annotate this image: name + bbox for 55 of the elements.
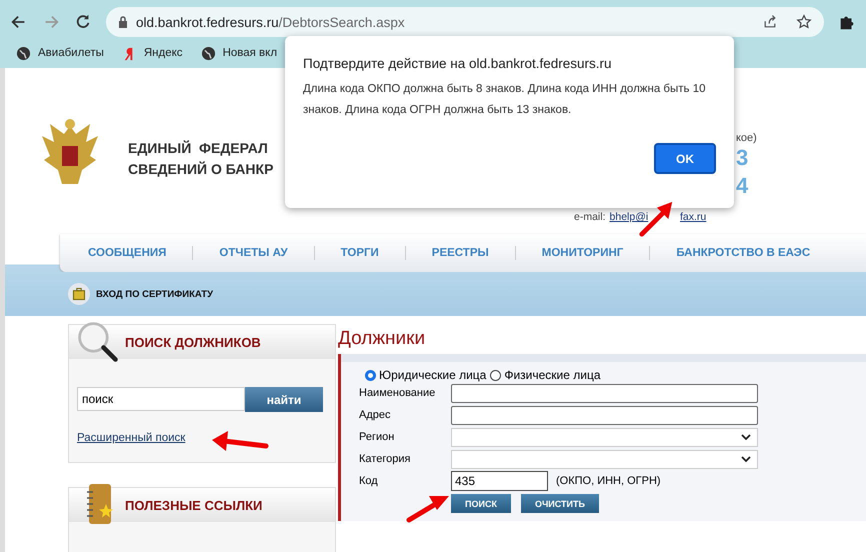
field-label: Наименование [359,387,436,399]
site-title: СВЕДЕНИЙ О БАНКР [128,161,274,177]
email-link[interactable]: fax.ru [680,211,706,223]
field-label: Регион [359,431,396,443]
star-icon[interactable] [796,14,812,30]
briefcase-icon [68,283,90,305]
url-text: old.bankrot.fedresurs.ru/DebtorsSearch.aspx [136,14,406,30]
field-label: Категория [359,453,412,465]
reload-icon[interactable] [74,13,92,31]
site-title: ЕДИНЫЙ ФЕДЕРАЛ [128,140,269,156]
search-field[interactable]: поиск [77,387,245,411]
email-label: e-mail: [574,211,606,223]
contact-note: кое) [736,132,757,144]
share-icon[interactable] [762,14,778,30]
dialog-message: Длина кода ОКПО должна быть 8 знаков. Длина кода ИНН должна быть 10 знаков. Длина кода ОГРН должна быть 13 знаков. [303,82,707,118]
bookmark[interactable]: Новая вкл [200,46,278,60]
notebook-icon [85,482,115,526]
field-label: Код [359,475,379,487]
lock-icon [118,16,128,28]
radio-button[interactable] [490,370,502,380]
pointer-arrow [210,430,270,454]
nav-link[interactable]: БАНКРОТСТВО В ЕАЭС [676,247,810,259]
form-button[interactable]: ОЧИСТИТЬ [520,494,599,513]
globe-icon [200,46,216,60]
advanced-search-link[interactable]: Расширенный поиск [77,432,186,444]
radio-option[interactable]: Юридические лица [365,368,486,382]
nav-link[interactable]: ОТЧЕТЫ АУ [219,247,288,259]
nav-link[interactable]: РЕЕСТРЫ [432,247,489,259]
text-field[interactable] [451,406,758,424]
chevron-icon [741,456,751,462]
phone-digit: 3 [736,144,750,172]
code-hint: (ОКПО, ИНН, ОГРН) [556,475,661,487]
radio-button[interactable] [365,370,376,380]
form-button[interactable]: ПОИСК [451,494,511,513]
email-link[interactable]: bhelp@i [610,211,648,223]
ok-button[interactable]: OK [654,143,716,174]
certificate-login-link[interactable]: ВХОД ПО СЕРТИФИКАТУ [96,288,213,300]
text-field[interactable] [451,384,758,402]
nav-link[interactable]: ТОРГИ [340,247,379,259]
code-field[interactable]: 435 [451,471,548,491]
section-title: Должники [338,328,426,350]
nav-link[interactable]: СООБЩЕНИЯ [88,247,166,259]
panel-title: ПОИСК ДОЛЖНИКОВ [125,334,261,350]
dialog-title: Подтвердите действие на old.bankrot.fedresurs.ru [303,56,613,71]
chevron-icon [741,434,751,440]
bookmark[interactable]: Яндекс [122,46,183,60]
find-button[interactable]: найти [245,387,323,412]
radio-option[interactable]: Физические лица [490,368,601,382]
field-label: Адрес [359,409,392,421]
globe-icon [16,46,31,60]
panel-title: ПОЛЕЗНЫЕ ССЫЛКИ [125,498,262,512]
phone-digit: 4 [736,172,750,200]
nav-link[interactable]: МОНИТОРИНГ [542,247,624,259]
address-bar[interactable]: old.bankrot.fedresurs.ru/DebtorsSearch.aspx [106,7,824,37]
bookmark[interactable]: Авиабилеты [16,46,104,60]
